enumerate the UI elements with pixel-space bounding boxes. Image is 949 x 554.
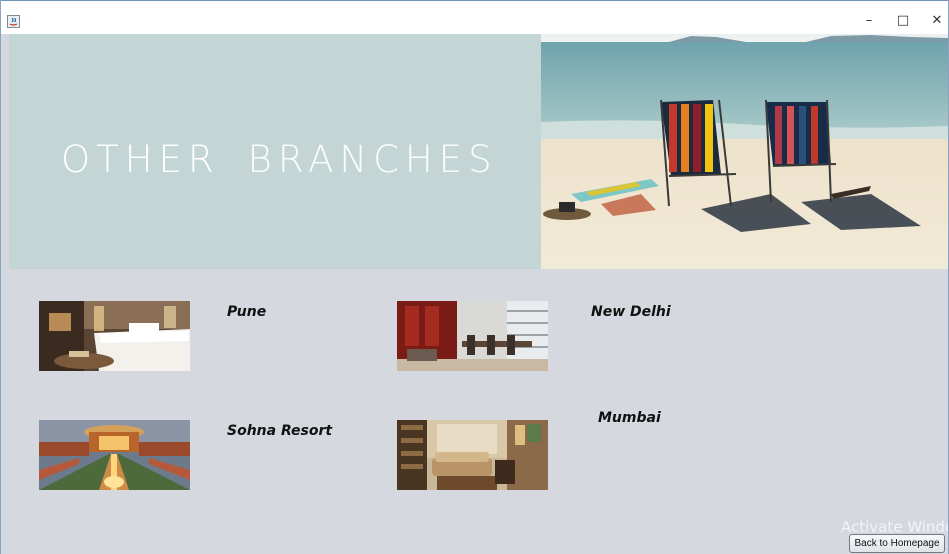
banner-title: OTHER BRANCHES <box>61 138 498 181</box>
maximize-button[interactable]: □ <box>886 9 920 31</box>
banner-title-word-1: OTHER <box>61 138 220 181</box>
java-app-icon <box>7 13 20 28</box>
branch-label-new-delhi[interactable]: New Delhi <box>591 304 671 320</box>
minimize-button[interactable]: – <box>852 9 886 31</box>
branch-image-mumbai[interactable] <box>397 420 548 490</box>
back-to-homepage-button[interactable]: Back to Homepage <box>849 534 945 553</box>
app-window: – □ ✕ OTHER BRANCHES Pune New Delhi Sohn… <box>0 0 949 554</box>
branch-label-mumbai[interactable]: Mumbai <box>598 410 661 426</box>
branch-image-pune[interactable] <box>39 301 190 371</box>
close-button[interactable]: ✕ <box>920 9 948 31</box>
branch-image-new-delhi[interactable] <box>397 301 548 371</box>
banner-panel: OTHER BRANCHES <box>9 34 541 269</box>
beach-chairs-image <box>541 34 948 269</box>
banner-title-word-2: BRANCHES <box>247 138 498 181</box>
branch-label-sohna-resort[interactable]: Sohna Resort <box>227 423 332 439</box>
branch-image-sohna-resort[interactable] <box>39 420 190 490</box>
branch-label-pune[interactable]: Pune <box>227 304 266 320</box>
title-bar: – □ ✕ <box>1 0 948 34</box>
